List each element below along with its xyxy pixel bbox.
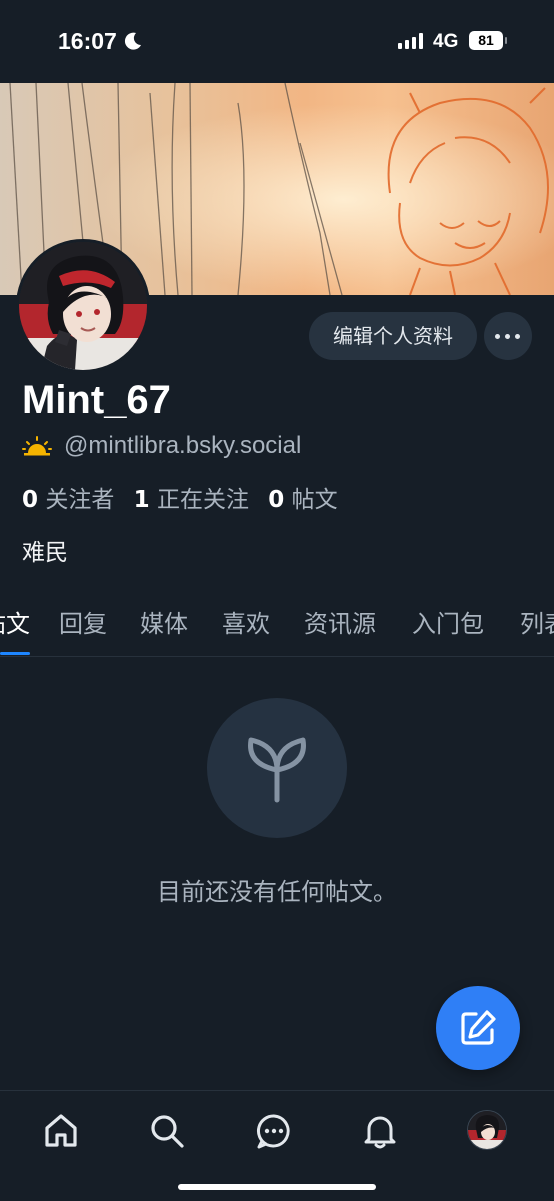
tab-lists[interactable]: 列表 <box>520 604 554 639</box>
compose-icon <box>461 1010 496 1045</box>
tab-likes[interactable]: 喜欢 <box>222 604 270 639</box>
more-icon-dot <box>515 334 520 339</box>
display-name: Mint_67 <box>22 378 171 422</box>
following-label[interactable]: 正在关注 <box>157 487 249 513</box>
tab-replies[interactable]: 回复 <box>59 604 107 639</box>
home-icon[interactable] <box>41 1111 81 1151</box>
status-bar: 16:07 4G 81 <box>0 0 554 83</box>
tab-starter-packs[interactable]: 入门包 <box>412 604 484 639</box>
chat-icon[interactable] <box>254 1111 294 1151</box>
tab-posts[interactable]: 帖文 <box>0 604 30 639</box>
posts-label: 帖文 <box>291 487 338 513</box>
profile-handle[interactable]: @mintlibra.bsky.social <box>64 432 301 460</box>
bell-icon[interactable] <box>360 1111 400 1151</box>
edit-profile-button[interactable]: 编辑个人资料 <box>309 312 477 360</box>
profile-bio: 难民 <box>22 540 68 566</box>
followers-count[interactable]: 0 <box>22 487 38 513</box>
signal-icon <box>398 33 423 49</box>
more-options-button[interactable] <box>484 312 532 360</box>
tab-media[interactable]: 媒体 <box>140 604 188 639</box>
more-icon <box>495 334 500 339</box>
followers-label[interactable]: 关注者 <box>45 487 114 513</box>
active-tab-indicator <box>0 652 30 655</box>
compose-button[interactable] <box>436 986 520 1070</box>
status-time: 16:07 <box>58 28 117 54</box>
search-icon[interactable] <box>147 1111 187 1151</box>
following-count[interactable]: 1 <box>134 487 150 513</box>
tab-feeds[interactable]: 资讯源 <box>304 604 376 639</box>
empty-state-message: 目前还没有任何帖文。 <box>157 878 397 906</box>
network-type: 4G <box>433 31 459 52</box>
battery-icon: 81 <box>469 31 507 50</box>
nav-profile-avatar[interactable] <box>467 1110 507 1150</box>
home-indicator <box>178 1184 376 1190</box>
sunrise-icon <box>22 436 52 456</box>
posts-count: 0 <box>268 487 285 513</box>
more-icon-dot <box>505 334 510 339</box>
handle-row: @mintlibra.bsky.social <box>22 432 301 460</box>
sprout-icon <box>248 737 306 803</box>
profile-avatar[interactable] <box>16 239 150 373</box>
profile-stats: 0 关注者 1 正在关注 0 帖文 <box>22 480 338 514</box>
empty-state-icon-circle <box>207 698 347 838</box>
moon-icon <box>124 32 141 50</box>
profile-tabs: 帖文 回复 媒体 喜欢 资讯源 入门包 列表 <box>0 600 554 657</box>
